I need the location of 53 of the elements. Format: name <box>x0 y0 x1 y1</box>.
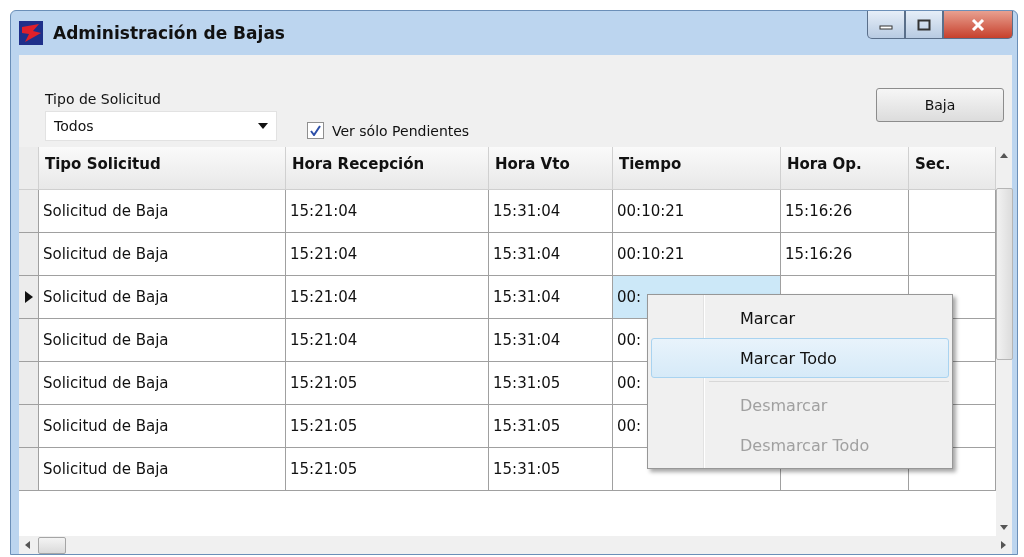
scroll-right-icon <box>1001 541 1006 549</box>
scroll-up-icon <box>1000 153 1008 158</box>
table-cell: Solicitud de Baja <box>39 362 286 405</box>
table-cell: 15:21:05 <box>286 405 489 448</box>
scroll-left-icon <box>25 541 30 549</box>
column-header[interactable]: Sec. <box>909 147 996 190</box>
window-title: Administración de Bajas <box>53 23 286 43</box>
table-cell: 15:21:04 <box>286 276 489 319</box>
baja-button[interactable]: Baja <box>876 88 1004 122</box>
table-cell: Solicitud de Baja <box>39 190 286 233</box>
scroll-down-icon <box>1000 525 1008 530</box>
row-header[interactable] <box>19 276 39 319</box>
request-type-dropdown[interactable]: Todos <box>45 111 277 141</box>
table-cell: 00:10:21 <box>613 233 781 276</box>
column-header[interactable]: Hora Op. <box>781 147 909 190</box>
table-cell: 15:31:04 <box>489 190 613 233</box>
scroll-thumb[interactable] <box>38 536 66 554</box>
column-header[interactable]: Hora Recepción <box>286 147 489 190</box>
column-header[interactable]: Tipo Solicitud <box>39 147 286 190</box>
column-header[interactable]: Tiempo <box>613 147 781 190</box>
app-logo-icon <box>19 21 43 45</box>
table-cell: 00:10:21 <box>613 190 781 233</box>
table-cell: 15:31:04 <box>489 233 613 276</box>
pending-checkbox[interactable] <box>307 122 324 139</box>
minimize-button[interactable] <box>867 11 905 39</box>
table-cell: 15:31:05 <box>489 405 613 448</box>
table-cell: 15:31:05 <box>489 448 613 491</box>
table-cell: 15:31:04 <box>489 276 613 319</box>
table-cell: 15:16:26 <box>781 233 909 276</box>
table-cell: 15:21:05 <box>286 448 489 491</box>
table-cell: Solicitud de Baja <box>39 276 286 319</box>
table-cell: 15:16:26 <box>781 190 909 233</box>
dropdown-caret-icon <box>258 123 268 129</box>
current-row-icon <box>24 291 33 303</box>
table-cell: Solicitud de Baja <box>39 405 286 448</box>
close-icon <box>971 18 985 31</box>
horizontal-scrollbar[interactable] <box>19 536 1012 554</box>
maximize-icon <box>917 18 931 31</box>
table-cell: 15:21:04 <box>286 190 489 233</box>
close-button[interactable] <box>943 11 1013 39</box>
table-cell: Solicitud de Baja <box>39 319 286 362</box>
column-header[interactable]: Hora Vto <box>489 147 613 190</box>
table-cell: Solicitud de Baja <box>39 233 286 276</box>
menu-item[interactable]: Marcar Todo <box>651 338 949 378</box>
table-cell: Solicitud de Baja <box>39 448 286 491</box>
table-cell: 15:21:05 <box>286 362 489 405</box>
filter-label: Tipo de Solicitud <box>45 91 162 107</box>
table-cell: 15:21:04 <box>286 319 489 362</box>
maximize-button[interactable] <box>905 11 943 39</box>
checkbox-label: Ver sólo Pendientes <box>332 122 470 139</box>
table-cell: 15:31:05 <box>489 362 613 405</box>
table-cell: 15:31:04 <box>489 319 613 362</box>
table-cell: 15:21:04 <box>286 233 489 276</box>
